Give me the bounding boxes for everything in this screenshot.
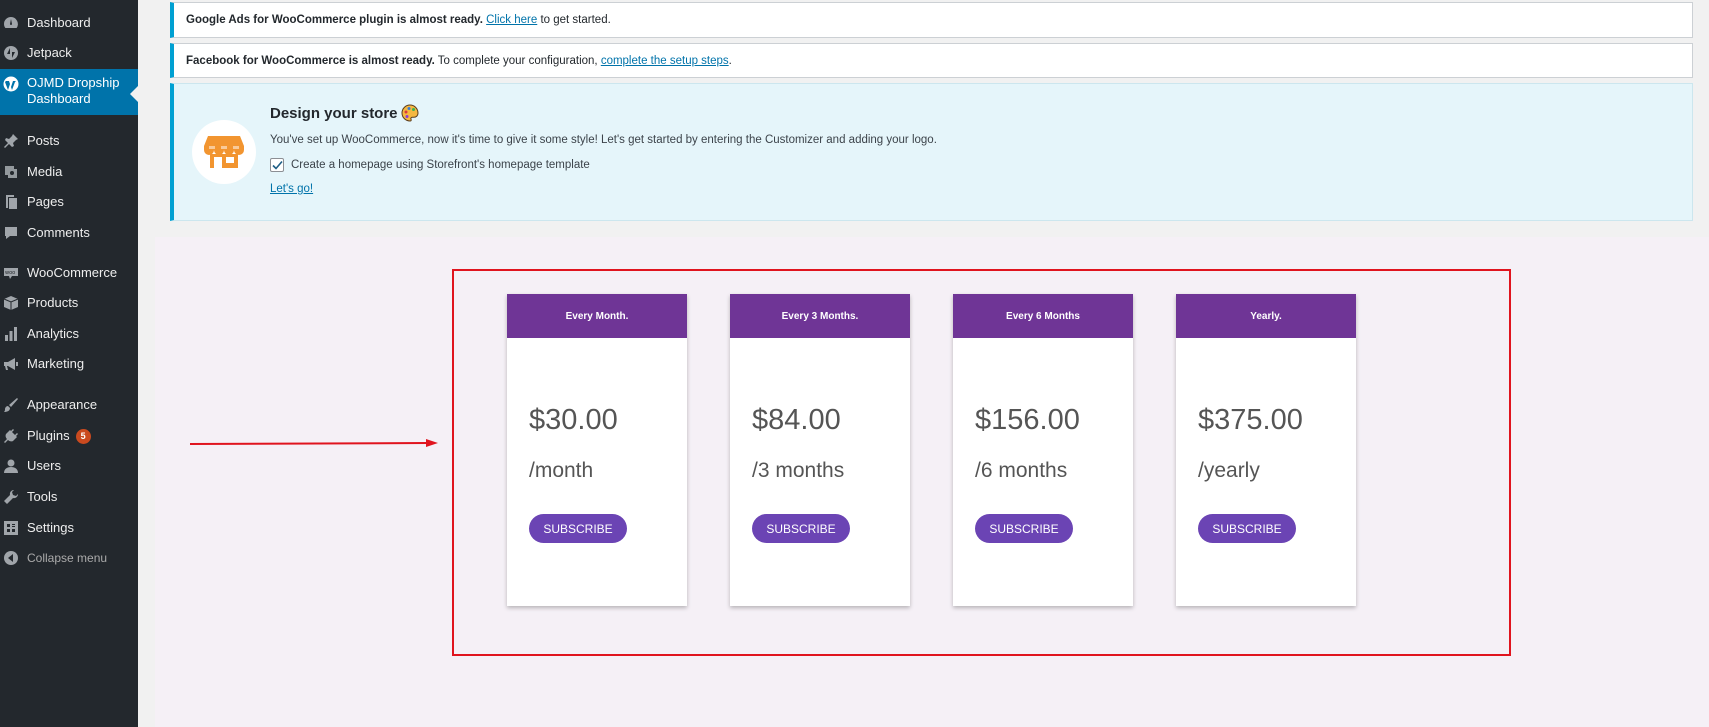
plan-price: $84.00 [752,404,841,436]
pages-icon [3,194,19,210]
plan-card-monthly: Every Month. $30.00 /month SUBSCRIBE [507,294,687,606]
jetpack-icon [3,45,19,61]
plan-name: Every Month. [507,294,687,338]
plan-period: /6 months [975,459,1068,482]
subscribe-button[interactable]: SUBSCRIBE [1198,514,1296,543]
sidebar-item-posts[interactable]: Posts [0,127,138,155]
lets-go-link[interactable]: Let's go! [270,183,313,195]
sidebar-item-label: Tools [27,489,58,504]
click-here-link[interactable]: Click here [486,14,537,26]
sidebar-item-jetpack[interactable]: Jetpack [0,39,138,67]
plan-period: /yearly [1198,459,1260,482]
svg-text:woo: woo [5,270,15,276]
admin-sidebar: Dashboard Jetpack OJMD Dropship Dashboar… [0,0,138,727]
plan-period: /3 months [752,459,845,482]
design-description: You've set up WooCommerce, now it's time… [270,134,937,146]
sidebar-item-label: Users [27,458,61,473]
plan-name: Yearly. [1176,294,1356,338]
complete-setup-link[interactable]: complete the setup steps [601,55,729,67]
sidebar-item-label: Settings [27,520,74,535]
sidebar-item-label: Dashboard [27,15,91,30]
plan-card-6-months: Every 6 Months $156.00 /6 months SUBSCRI… [953,294,1133,606]
sidebar-item-products[interactable]: Products [0,289,138,317]
collapse-icon [3,550,19,566]
bar-chart-icon [3,326,19,342]
sidebar-item-media[interactable]: Media [0,158,138,186]
sidebar-item-plugins[interactable]: Plugins 5 [0,422,138,450]
subscribe-button[interactable]: SUBSCRIBE [975,514,1073,543]
homepage-template-option: Create a homepage using Storefront's hom… [270,158,590,172]
plan-price: $375.00 [1198,404,1303,436]
sidebar-item-marketing[interactable]: Marketing [0,350,138,378]
red-arrow-annotation [190,439,438,447]
store-icon [192,120,256,184]
wordpress-icon [3,76,19,92]
plan-name: Every 3 Months. [730,294,910,338]
homepage-template-checkbox[interactable] [270,158,284,172]
media-icon [3,164,19,180]
subscribe-button[interactable]: SUBSCRIBE [752,514,850,543]
design-title: Design your store [270,105,398,122]
sidebar-item-label: Appearance [27,397,98,412]
sidebar-item-comments[interactable]: Comments [0,219,138,247]
plan-name: Every 6 Months [953,294,1133,338]
sidebar-item-label: OJMD Dropship Dashboard [27,75,120,106]
sidebar-item-ojmd-dropship-dashboard[interactable]: OJMD Dropship Dashboard [0,69,138,115]
collapse-menu-button[interactable]: Collapse menu [0,544,138,572]
brush-icon [3,397,19,413]
sidebar-item-pages[interactable]: Pages [0,188,138,216]
sidebar-item-settings[interactable]: Settings [0,514,138,542]
notice-text-after: . [728,54,732,67]
sidebar-item-dashboard[interactable]: Dashboard [0,9,138,37]
plan-card-3-months: Every 3 Months. $84.00 /3 months SUBSCRI… [730,294,910,606]
notice-text: Google Ads for WooCommerce plugin is alm… [186,14,483,26]
sidebar-item-label: Analytics [27,326,80,341]
checkbox-label: Create a homepage using Storefront's hom… [291,159,590,171]
sidebar-item-label: Marketing [27,356,85,371]
notice-text-after: to get started. [537,14,611,26]
sidebar-item-label: Comments [27,225,90,240]
plug-icon [3,428,19,444]
sidebar-item-label: Jetpack [27,45,72,60]
woo-icon: woo [3,265,19,281]
megaphone-icon [3,356,19,372]
palette-icon [401,104,419,122]
sidebar-item-label: Media [27,164,63,179]
plan-card-yearly: Yearly. $375.00 /yearly SUBSCRIBE [1176,294,1356,606]
sidebar-item-tools[interactable]: Tools [0,483,138,511]
box-icon [3,295,19,311]
sidebar-item-woocommerce[interactable]: woo WooCommerce [0,259,138,287]
user-icon [3,458,19,474]
settings-icon [3,520,19,536]
design-your-store-notice: Design your store You've set up WooComme… [170,83,1693,221]
pushpin-icon [3,133,19,149]
dashboard-icon [3,15,19,31]
sidebar-item-label: WooCommerce [27,265,118,280]
sidebar-item-users[interactable]: Users [0,452,138,480]
sidebar-item-label: Posts [27,133,60,148]
facebook-notice: Facebook for WooCommerce is almost ready… [170,43,1693,78]
sidebar-item-label: Products [27,295,79,310]
comment-icon [3,225,19,241]
notice-text-mid: To complete your configuration, [434,54,601,67]
wrench-icon [3,489,19,505]
plan-price: $30.00 [529,404,618,436]
sidebar-item-label: Collapse menu [27,551,108,565]
sidebar-item-label: Pages [27,194,64,209]
sidebar-item-analytics[interactable]: Analytics [0,320,138,348]
sidebar-item-label: Plugins [27,428,70,443]
subscribe-button[interactable]: SUBSCRIBE [529,514,627,543]
plan-period: /month [529,459,594,482]
google-ads-notice: Google Ads for WooCommerce plugin is alm… [170,2,1693,38]
plugins-update-badge: 5 [75,428,91,444]
sidebar-item-appearance[interactable]: Appearance [0,391,138,419]
notice-text: Facebook for WooCommerce is almost ready… [186,54,435,67]
plan-price: $156.00 [975,404,1080,436]
